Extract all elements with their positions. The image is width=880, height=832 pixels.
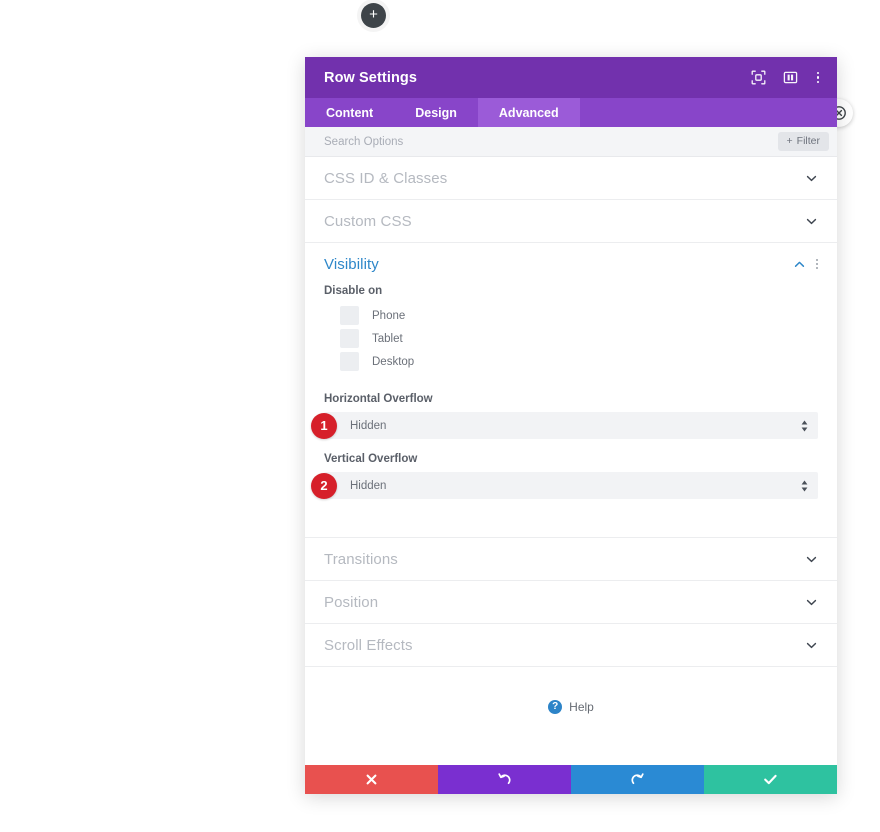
vertical-overflow-select[interactable]: Hidden <box>324 472 818 499</box>
chevron-down-icon <box>806 599 817 605</box>
section-position-header[interactable]: Position <box>324 581 818 623</box>
vertical-overflow-label: Vertical Overflow <box>324 453 418 465</box>
horizontal-overflow-select[interactable]: Hidden <box>324 412 818 439</box>
undo-icon <box>498 773 511 785</box>
filter-button[interactable]: + Filter <box>777 132 829 151</box>
horizontal-overflow-field: Horizontal Overflow 1 Hidden <box>311 393 818 439</box>
chevron-down-icon <box>806 642 817 648</box>
section-css-id-classes-header[interactable]: CSS ID & Classes <box>324 157 818 199</box>
page-title: Row Settings <box>324 69 418 86</box>
chevron-down-icon <box>806 556 817 562</box>
help-link[interactable]: Help <box>569 700 594 714</box>
chevron-up-icon[interactable] <box>793 258 806 271</box>
horizontal-overflow-label: Horizontal Overflow <box>324 393 433 405</box>
tab-content[interactable]: Content <box>305 98 394 127</box>
plus-icon: + <box>786 135 793 148</box>
focus-target-icon[interactable] <box>749 68 768 87</box>
undo-button[interactable] <box>438 765 571 794</box>
checkbox-desktop-label: Desktop <box>372 355 415 368</box>
section-title: CSS ID & Classes <box>324 169 448 187</box>
section-position: Position <box>305 581 837 624</box>
disable-on-label: Disable on <box>324 285 383 297</box>
visibility-content: Disable on Phone Tablet Desktop Horizont… <box>311 285 818 537</box>
section-transitions: Transitions <box>305 538 837 581</box>
checkbox-desktop[interactable] <box>340 352 359 371</box>
question-circle-icon[interactable]: ? <box>548 700 563 714</box>
section-title: Position <box>324 593 379 611</box>
close-icon <box>366 774 377 785</box>
search-row: + Filter <box>305 127 837 157</box>
tab-design[interactable]: Design <box>394 98 478 127</box>
save-button[interactable] <box>704 765 837 794</box>
checkbox-row-tablet[interactable]: Tablet <box>324 327 818 350</box>
section-title: Visibility <box>324 255 379 273</box>
header-icon-group <box>749 68 824 87</box>
panel-header: Row Settings <box>305 57 837 98</box>
tab-advanced[interactable]: Advanced <box>477 98 580 127</box>
panel-body: CSS ID & Classes Custom CSS Visibility D… <box>305 157 837 765</box>
checkbox-row-phone[interactable]: Phone <box>324 304 818 327</box>
chevron-down-icon <box>806 218 817 224</box>
panel-footer <box>305 765 837 794</box>
checkbox-phone-label: Phone <box>372 309 406 322</box>
disable-on-checkbox-group: Phone Tablet Desktop <box>324 304 818 373</box>
add-row-button[interactable]: + <box>361 3 386 28</box>
checkbox-tablet-label: Tablet <box>372 332 403 345</box>
chevron-down-icon <box>806 175 817 181</box>
cancel-button[interactable] <box>305 765 438 794</box>
step-badge-1: 1 <box>311 412 337 439</box>
check-icon <box>764 774 777 785</box>
section-css-id-classes: CSS ID & Classes <box>305 157 837 200</box>
step-badge-2: 2 <box>311 472 337 499</box>
section-visibility-header[interactable]: Visibility <box>324 243 818 285</box>
section-scroll-effects: Scroll Effects <box>305 624 837 667</box>
section-visibility: Visibility Disable on Phone Tablet Deskt… <box>305 243 837 538</box>
redo-icon <box>631 773 644 785</box>
help-area: ? Help <box>305 667 837 747</box>
section-options-icon[interactable] <box>815 258 818 270</box>
section-title: Scroll Effects <box>324 636 413 654</box>
checkbox-tablet[interactable] <box>340 329 359 348</box>
vertical-overflow-field: Vertical Overflow 2 Hidden <box>311 453 818 499</box>
checkbox-phone[interactable] <box>340 306 359 325</box>
redo-button[interactable] <box>571 765 704 794</box>
plus-icon: + <box>369 6 378 23</box>
search-input[interactable] <box>324 135 778 148</box>
panel-layout-icon[interactable] <box>781 68 800 87</box>
row-settings-panel: Row Settings Content Design Advanced Sea… <box>305 57 837 794</box>
section-scroll-effects-header[interactable]: Scroll Effects <box>324 624 818 666</box>
section-custom-css-header[interactable]: Custom CSS <box>324 200 818 242</box>
filter-button-label: Filter <box>796 135 820 148</box>
checkbox-row-desktop[interactable]: Desktop <box>324 350 818 373</box>
section-title: Transitions <box>324 550 398 568</box>
section-transitions-header[interactable]: Transitions <box>324 538 818 580</box>
panel-tabs: Content Design Advanced <box>305 98 837 127</box>
section-title: Custom CSS <box>324 212 412 230</box>
section-custom-css: Custom CSS <box>305 200 837 243</box>
more-vertical-icon[interactable] <box>813 71 824 84</box>
